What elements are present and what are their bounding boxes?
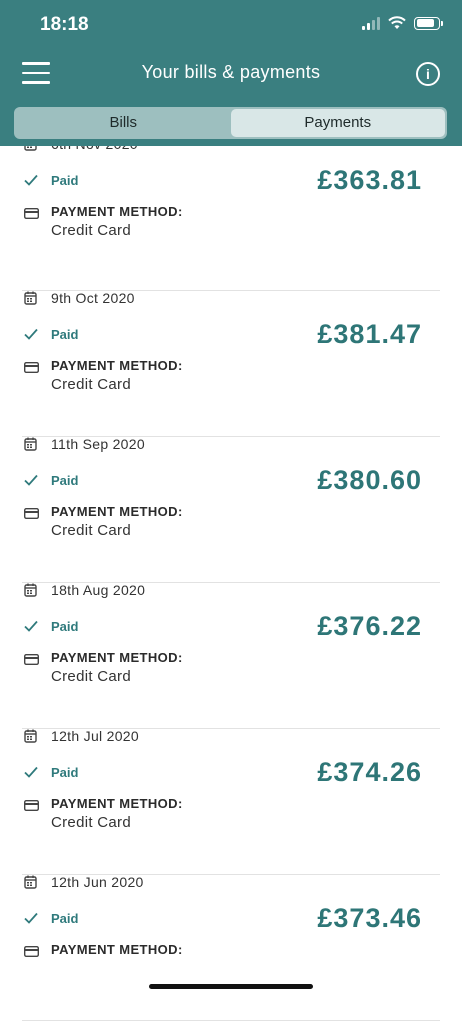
payment-amount: £374.26 bbox=[317, 757, 422, 787]
payment-item[interactable]: 11th Sep 2020 Paid PAYMENT METHOD: Credi… bbox=[22, 436, 440, 583]
payment-item[interactable]: 18th Aug 2020 Paid PAYMENT METHOD: Credi… bbox=[22, 582, 440, 729]
credit-card-icon bbox=[24, 800, 39, 811]
home-indicator bbox=[149, 984, 313, 989]
check-icon bbox=[24, 766, 38, 778]
payment-amount: £380.60 bbox=[317, 465, 422, 495]
tab-payments[interactable]: Payments bbox=[230, 109, 445, 137]
payment-method-label: PAYMENT METHOD: bbox=[51, 504, 183, 519]
payment-amount: £363.81 bbox=[317, 165, 422, 195]
payment-date: 9th Oct 2020 bbox=[51, 290, 135, 306]
calendar-icon bbox=[24, 437, 37, 451]
status-icons bbox=[362, 16, 443, 30]
credit-card-icon bbox=[24, 946, 39, 957]
check-icon bbox=[24, 174, 38, 186]
payment-item[interactable]: 6th Nov 2020 Paid PAYMENT METHOD: Credit… bbox=[22, 136, 440, 291]
payment-method-value: Credit Card bbox=[51, 522, 131, 539]
payment-method-value: Credit Card bbox=[51, 668, 131, 685]
calendar-icon bbox=[24, 875, 37, 889]
payment-item[interactable]: 12th Jun 2020 Paid PAYMENT METHOD: £373.… bbox=[22, 874, 440, 1021]
app-header: 18:18 Your bills & payments i Bills Paym… bbox=[0, 0, 462, 146]
calendar-icon bbox=[24, 729, 37, 743]
payment-item[interactable]: 12th Jul 2020 Paid PAYMENT METHOD: Credi… bbox=[22, 728, 440, 875]
page-title: Your bills & payments bbox=[141, 62, 321, 82]
credit-card-icon bbox=[24, 208, 39, 219]
wifi-icon bbox=[388, 16, 406, 29]
payment-amount: £373.46 bbox=[317, 903, 422, 933]
check-icon bbox=[24, 474, 38, 486]
payment-status: Paid bbox=[51, 473, 79, 488]
payment-status: Paid bbox=[51, 911, 79, 926]
info-icon[interactable]: i bbox=[416, 62, 440, 86]
payment-method-value: Credit Card bbox=[51, 222, 131, 239]
battery-icon bbox=[414, 16, 443, 30]
status-time: 18:18 bbox=[40, 14, 89, 35]
credit-card-icon bbox=[24, 508, 39, 519]
payment-method-label: PAYMENT METHOD: bbox=[51, 650, 183, 665]
payment-amount: £376.22 bbox=[317, 611, 422, 641]
payment-date: 12th Jul 2020 bbox=[51, 728, 139, 744]
payment-method-label: PAYMENT METHOD: bbox=[51, 358, 183, 373]
credit-card-icon bbox=[24, 654, 39, 665]
payment-method-label: PAYMENT METHOD: bbox=[51, 204, 183, 219]
payment-method-value: Credit Card bbox=[51, 814, 131, 831]
payment-date: 11th Sep 2020 bbox=[51, 436, 145, 452]
payment-status: Paid bbox=[51, 327, 79, 342]
payment-item[interactable]: 9th Oct 2020 Paid PAYMENT METHOD: Credit… bbox=[22, 290, 440, 437]
bills-payments-toggle: Bills Payments bbox=[14, 107, 447, 139]
payment-status: Paid bbox=[51, 765, 79, 780]
signal-icon bbox=[362, 16, 380, 30]
payment-method-label: PAYMENT METHOD: bbox=[51, 942, 183, 957]
payment-status: Paid bbox=[51, 619, 79, 634]
payment-status: Paid bbox=[51, 173, 79, 188]
tab-bills[interactable]: Bills bbox=[16, 109, 231, 137]
payment-method-value: Credit Card bbox=[51, 376, 131, 393]
check-icon bbox=[24, 912, 38, 924]
calendar-icon bbox=[24, 583, 37, 597]
payment-amount: £381.47 bbox=[317, 319, 422, 349]
credit-card-icon bbox=[24, 362, 39, 373]
payment-method-label: PAYMENT METHOD: bbox=[51, 796, 183, 811]
check-icon bbox=[24, 328, 38, 340]
payments-list: 6th Nov 2020 Paid PAYMENT METHOD: Credit… bbox=[0, 136, 462, 1021]
payment-date: 12th Jun 2020 bbox=[51, 874, 144, 890]
calendar-icon bbox=[24, 291, 37, 305]
check-icon bbox=[24, 620, 38, 632]
payment-date: 18th Aug 2020 bbox=[51, 582, 146, 598]
